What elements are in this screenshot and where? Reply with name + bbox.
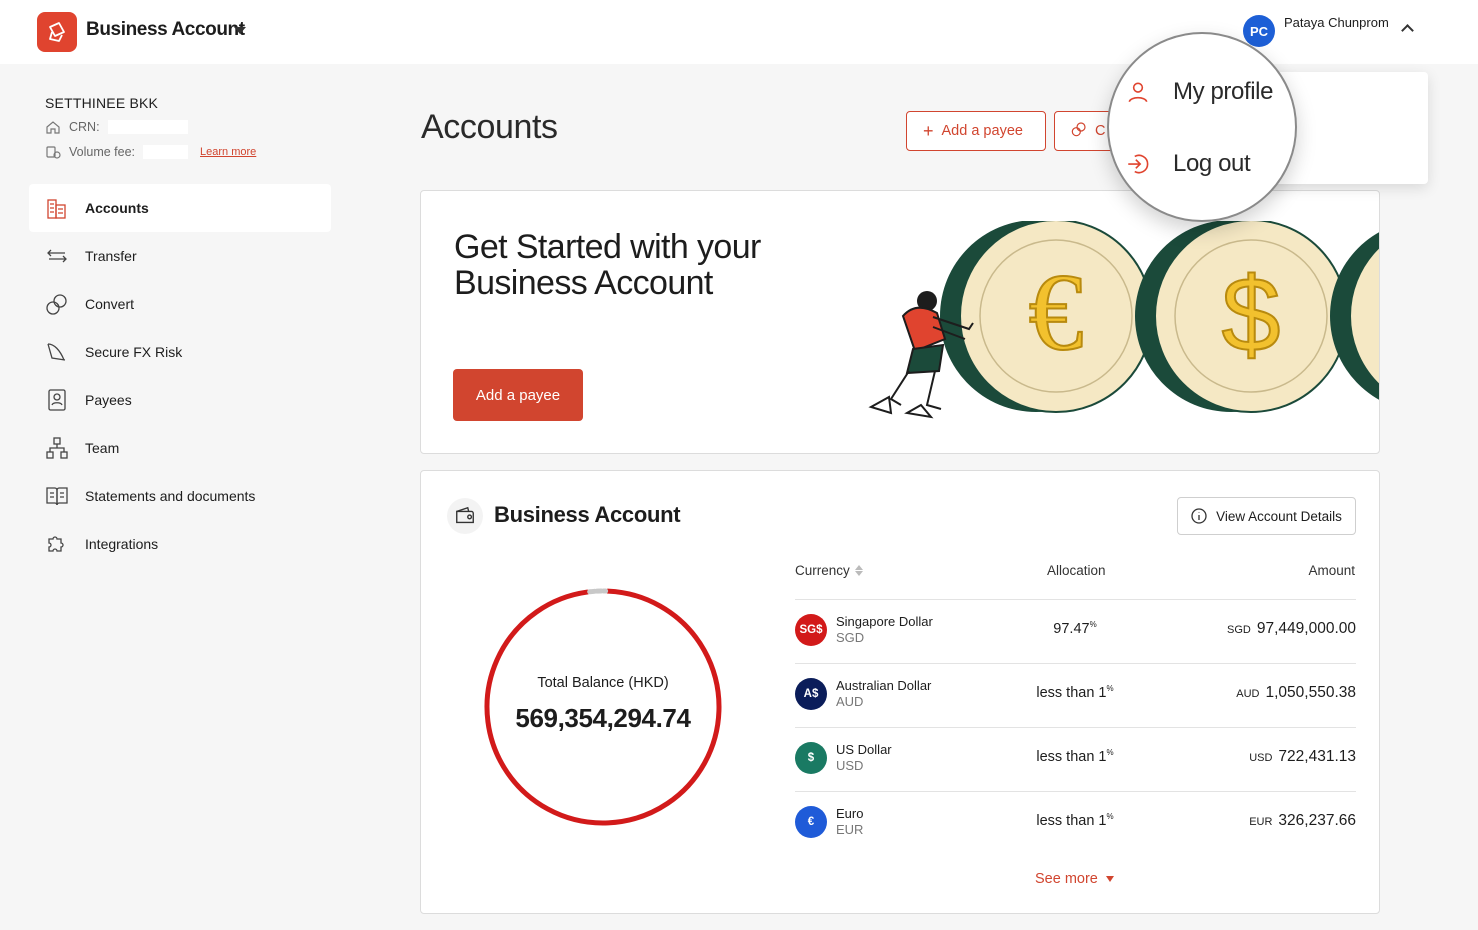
- svg-text:$: $: [1222, 256, 1281, 374]
- chevron-up-icon[interactable]: [1401, 24, 1414, 37]
- svg-text:€: €: [1029, 251, 1084, 373]
- caret-down-icon: [1105, 876, 1114, 882]
- info-icon: [1191, 508, 1207, 524]
- avatar[interactable]: PC: [1243, 15, 1275, 47]
- sidebar-item-label: Integrations: [85, 536, 159, 552]
- amount-value: USD 722,431.13: [1249, 748, 1356, 765]
- currency-code: SGD: [836, 630, 865, 645]
- allocation-value: less than 1%: [1036, 748, 1114, 765]
- currency-code: USD: [836, 758, 864, 773]
- logout-icon: [1128, 154, 1149, 174]
- user-name[interactable]: Pataya Chunprom: [1284, 15, 1389, 30]
- currency-code: EUR: [836, 822, 864, 837]
- sidebar-item-statements[interactable]: Statements and documents: [29, 472, 331, 520]
- amount-value: SGD 97,449,000.00: [1227, 620, 1356, 637]
- sidebar-item-label: Statements and documents: [85, 488, 256, 504]
- convert-label: C: [1095, 123, 1106, 139]
- total-balance-label: Total Balance (HKD): [537, 675, 669, 691]
- allocation-value: less than 1%: [1036, 684, 1114, 701]
- crn-redacted: [107, 120, 188, 134]
- crn-row: CRN:: [45, 119, 188, 135]
- view-account-details-button[interactable]: View Account Details: [1177, 497, 1356, 535]
- add-payee-label: Add a payee: [941, 123, 1023, 139]
- sidebar-item-secure-fx-risk[interactable]: Secure FX Risk: [29, 328, 331, 376]
- see-more-label: See more: [1035, 871, 1098, 887]
- view-account-details-label: View Account Details: [1216, 508, 1342, 524]
- amount-value: AUD 1,050,550.38: [1236, 684, 1356, 701]
- fee-coins-icon: [46, 146, 61, 159]
- sidebar-item-label: Secure FX Risk: [85, 344, 183, 360]
- home-icon: [46, 121, 60, 134]
- sidebar-item-label: Accounts: [85, 200, 149, 216]
- account-switcher-label[interactable]: Business Account: [86, 19, 245, 41]
- sidebar-item-label: Transfer: [85, 248, 137, 264]
- sidebar-item-accounts[interactable]: Accounts: [29, 184, 331, 232]
- see-more-link[interactable]: See more: [1035, 871, 1114, 887]
- currency-code: AUD: [836, 694, 864, 709]
- sidebar-item-payees[interactable]: Payees: [29, 376, 331, 424]
- currency-badge-aud: A$: [795, 678, 827, 710]
- crn-label: CRN:: [69, 120, 100, 134]
- sidebar-item-team[interactable]: Team: [29, 424, 331, 472]
- currency-name: Australian Dollar: [836, 678, 932, 693]
- volume-fee-label: Volume fee:: [69, 145, 136, 159]
- plus-icon: +: [923, 121, 934, 141]
- volume-fee-redacted: [143, 145, 189, 159]
- volume-fee-row: Volume fee: Learn more: [45, 144, 256, 160]
- puzzle-icon: [45, 532, 69, 556]
- sidebar-item-label: Payees: [85, 392, 132, 408]
- sidebar-item-label: Team: [85, 440, 120, 456]
- coins-illustration: € $: [868, 221, 1379, 419]
- organization-name: SETTHINEE BKK: [45, 95, 159, 111]
- learn-more-link[interactable]: Learn more: [200, 146, 256, 158]
- app-logo-icon[interactable]: [37, 12, 77, 52]
- currency-name: US Dollar: [836, 742, 892, 757]
- menu-item-label: My profile: [1173, 78, 1274, 105]
- allocation-value: 97.47%: [1053, 620, 1097, 637]
- currency-badge-sgd: SG$: [795, 614, 827, 646]
- convert-currency-icon: [1071, 121, 1087, 141]
- table-row[interactable]: A$ Australian Dollar AUD less than 1% AU…: [795, 664, 1356, 728]
- column-header-allocation: Allocation: [1047, 563, 1106, 578]
- column-header-amount: Amount: [1308, 563, 1355, 578]
- sidebar-item-label: Convert: [85, 296, 135, 312]
- allocation-value: less than 1%: [1036, 812, 1114, 829]
- menu-item-log-out[interactable]: Log out: [1125, 150, 1251, 178]
- sidebar-item-convert[interactable]: Convert: [29, 280, 331, 328]
- caret-down-icon[interactable]: [234, 27, 246, 34]
- amount-value: EUR 326,237.66: [1249, 812, 1356, 829]
- total-balance-value: 569,354,294.74: [515, 703, 691, 733]
- shield-fx-icon: [45, 340, 69, 364]
- user-menu-magnified: My profile Log out: [1107, 32, 1297, 222]
- transfer-arrows-icon: [45, 244, 69, 268]
- get-started-card: Get Started with your Business Account A…: [420, 190, 1380, 454]
- add-payee-button[interactable]: + Add a payee: [906, 111, 1046, 151]
- sidebar-item-transfer[interactable]: Transfer: [29, 232, 331, 280]
- table-row[interactable]: $ US Dollar USD less than 1% USD 722,431.…: [795, 728, 1356, 792]
- table-row[interactable]: € Euro EUR less than 1% EUR 326,237.66: [795, 792, 1356, 856]
- currency-name: Euro: [836, 806, 864, 821]
- promo-add-payee-button[interactable]: Add a payee: [453, 369, 583, 421]
- table-row[interactable]: SG$ Singapore Dollar SGD 97.47% SGD 97,44…: [795, 600, 1356, 664]
- currency-name: Singapore Dollar: [836, 614, 933, 629]
- document-book-icon: [45, 484, 69, 508]
- menu-item-my-profile[interactable]: My profile: [1125, 78, 1273, 106]
- currency-badge-eur: €: [795, 806, 827, 838]
- user-icon: [1128, 82, 1148, 103]
- column-header-currency[interactable]: Currency: [795, 563, 863, 578]
- business-account-card: Business Account View Account Details To…: [420, 470, 1380, 914]
- sidebar-item-integrations[interactable]: Integrations: [29, 520, 331, 568]
- promo-title: Get Started with your Business Account: [454, 228, 761, 302]
- team-hierarchy-icon: [45, 436, 69, 460]
- column-header-label: Currency: [795, 563, 850, 578]
- convert-currency-icon: [45, 292, 69, 316]
- card-title: Business Account: [494, 502, 681, 527]
- building-icon: [45, 196, 69, 220]
- sort-icon[interactable]: [854, 565, 863, 576]
- wallet-icon: [447, 498, 483, 534]
- menu-item-label: Log out: [1173, 150, 1251, 177]
- page-title: Accounts: [421, 108, 558, 146]
- currency-badge-usd: $: [795, 742, 827, 774]
- payee-contact-icon: [45, 388, 69, 412]
